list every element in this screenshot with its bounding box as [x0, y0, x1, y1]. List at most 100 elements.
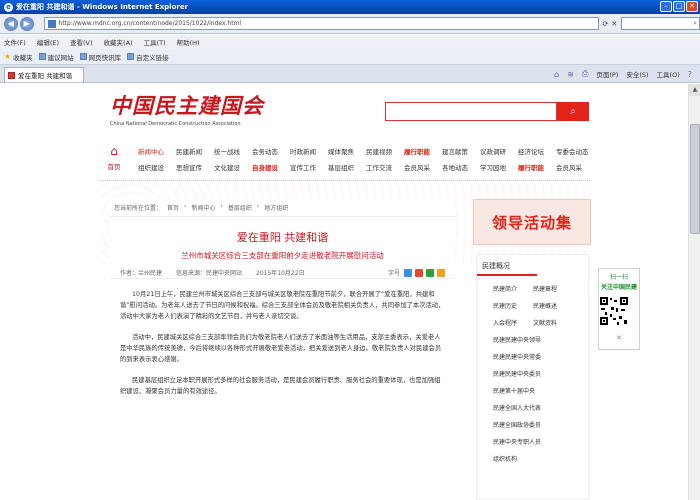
nav-item[interactable]: 议政调研 [480, 146, 518, 156]
command-bar: ⌂ ≋ ⎙ 页面(P) 安全(S) 工具(O) ? [554, 66, 700, 82]
nav-item[interactable]: 专委会动态 [556, 146, 594, 156]
nav-item[interactable]: 时政新闻 [290, 146, 328, 156]
vertical-scrollbar[interactable]: ▲ [688, 84, 700, 500]
back-button[interactable]: ◀ [4, 16, 18, 31]
tab-label: 爱在重阳 共建和谐 [18, 72, 73, 80]
menu-view[interactable]: 查看(V) [70, 37, 93, 47]
sidebar-link[interactable]: 文献资料 [533, 318, 573, 327]
forward-button[interactable]: ▶ [19, 16, 34, 31]
feeds-icon[interactable]: ≋ [567, 70, 574, 79]
stop-icon[interactable]: ✕ [611, 20, 617, 28]
menu-help[interactable]: 帮助(H) [177, 37, 200, 47]
nav-item[interactable]: 各地动态 [442, 162, 480, 172]
sidebar-link[interactable]: 入会程序 [493, 318, 533, 327]
tab-active[interactable]: 爱在重阳 共建和谐 [4, 67, 84, 82]
menu-favorites[interactable]: 收藏夹(A) [104, 37, 133, 47]
scroll-up-icon[interactable]: ▲ [689, 84, 700, 96]
leader-activities-label: 领导活动集 [491, 213, 572, 232]
sidebar-link[interactable]: 民建中央专职人员 [477, 437, 588, 446]
sidebar-link[interactable]: 民建全国人大代表 [477, 403, 588, 412]
qr-close-button[interactable]: ✕ [599, 334, 639, 342]
maximize-button[interactable]: □ [673, 1, 685, 12]
share-weibo-icon[interactable] [415, 268, 423, 277]
nav-item[interactable]: 学习园地 [480, 162, 518, 172]
menu-file[interactable]: 文件(F) [4, 37, 26, 47]
menu-tools[interactable]: 工具(T) [144, 37, 166, 47]
share-more-icon[interactable] [437, 268, 445, 277]
nav-item[interactable]: 宣传工作 [290, 162, 328, 172]
nav-item[interactable]: 民建新闻 [176, 146, 214, 156]
refresh-icon[interactable]: ⟳ [602, 20, 608, 28]
leader-activities-banner[interactable]: 领导活动集 [473, 199, 591, 245]
nav-item[interactable]: 会员风采 [404, 162, 442, 172]
sidebar-row: 民建历史 民建概述 [477, 301, 588, 310]
sidebar-link[interactable]: 民建全国政协委员 [477, 420, 588, 429]
nav-item[interactable]: 工作交流 [366, 162, 404, 172]
minimize-button[interactable]: – [660, 1, 672, 12]
close-button[interactable]: ✕ [686, 1, 698, 12]
sidebar-link[interactable]: 民建民建中央常委 [477, 352, 588, 361]
nav-item[interactable]: 民建视频 [366, 146, 404, 156]
safety-menu[interactable]: 安全(S) [626, 69, 648, 79]
sidebar-link[interactable]: 民建章程 [533, 284, 573, 293]
sidebar-link[interactable]: 民建历史 [493, 301, 533, 310]
share-qzone-icon[interactable] [404, 268, 412, 277]
sidebar-link[interactable]: 民建民建中央委员 [477, 369, 588, 378]
favorites-button[interactable]: ★ 收藏夹 [4, 52, 33, 62]
article: 您当前所在位置： 首页 › 新闻中心 › 基层组织 › 地方组织 爱在重阳 共建… [110, 199, 455, 500]
breadcrumb-separator: › [220, 203, 223, 210]
sidebar-link[interactable]: 民建民建中央领导 [477, 335, 588, 344]
favorite-item[interactable]: 自定义链接 [127, 52, 169, 62]
nav-item[interactable]: 组织建设 [138, 162, 176, 172]
nav-item[interactable]: 媒体聚焦 [328, 146, 366, 156]
menu-edit[interactable]: 编辑(E) [37, 37, 59, 47]
nav-item[interactable]: 会务动态 [252, 146, 290, 156]
breadcrumb-separator: › [256, 203, 260, 210]
favorite-item[interactable]: 网页快讯库 [79, 52, 121, 62]
nav-item[interactable]: 履行职能 [404, 146, 442, 156]
article-paragraph: 民建基层组织立足本职开展形式多样的社会服务活动，是民建会员履行职责、服务社会的重… [120, 377, 441, 395]
article-paragraph: 活动中，民建城关区综合三支部率领会员们为敬老院老人们送去了米面油等生活用品，支部… [120, 334, 442, 363]
tools-menu[interactable]: 工具(O) [657, 69, 680, 79]
breadcrumb-item[interactable]: 基层组织 [228, 203, 252, 212]
home-icon[interactable]: ⌂ [554, 70, 559, 79]
favorite-item[interactable]: 建议网站 [38, 52, 74, 62]
sidebar-link[interactable]: 民建第十届中央 [477, 386, 588, 395]
nav-item[interactable]: 统一战线 [214, 146, 252, 156]
breadcrumb-item[interactable]: 地方组织 [264, 203, 288, 212]
scroll-thumb[interactable] [690, 124, 700, 234]
help-icon[interactable]: ? [688, 70, 692, 79]
nav-item[interactable]: 新闻中心 [138, 146, 176, 156]
qr-widget: 扫一扫 关注中国民建 ✕ [598, 268, 640, 350]
nav-item[interactable]: 文化建设 [214, 162, 252, 172]
search-icon[interactable]: ⌕ [693, 19, 697, 28]
nav-item[interactable]: 会员风采 [556, 162, 594, 172]
nav-item[interactable]: 基层组织 [328, 162, 366, 172]
browser-search-input[interactable]: ⌕ [621, 17, 700, 30]
site-logo[interactable]: 中国民主建国会 China National Democratic Constr… [110, 90, 264, 127]
nav-item[interactable]: 思想宣传 [176, 162, 214, 172]
sidebar-link[interactable]: 民建概述 [533, 301, 573, 310]
qr-code-icon [599, 296, 629, 326]
logo-chinese: 中国民主建国会 [110, 93, 264, 118]
sidebar-link[interactable]: 组织机构 [477, 454, 588, 463]
nav-item[interactable]: 经济论坛 [518, 146, 556, 156]
nav-item[interactable]: 履行职能 [518, 162, 556, 172]
nav-item[interactable]: 建言献策 [442, 146, 480, 156]
page-menu[interactable]: 页面(P) [596, 69, 618, 79]
site-search-input[interactable] [385, 102, 557, 121]
page-menu-label: 页面(P) [596, 71, 619, 79]
favorite-page-icon [38, 53, 46, 60]
breadcrumb-item[interactable]: 新闻中心 [191, 203, 215, 212]
print-icon[interactable]: ⎙ [582, 69, 588, 79]
sidebar-link[interactable]: 民建简介 [493, 284, 533, 293]
url-input[interactable]: http://www.mdnc.org.cn/content/node/2015… [43, 17, 600, 30]
breadcrumb-item[interactable]: 首页 [167, 203, 179, 212]
qr-line2: 关注中国民建 [600, 284, 637, 291]
favorites-bar: ★ 收藏夹 建议网站 网页快讯库 自定义链接 [0, 49, 700, 65]
site-search-button[interactable]: ⌕ [557, 102, 589, 121]
article-source: 信息来源：民建中央网站 [176, 270, 243, 277]
nav-item[interactable]: 自身建设 [252, 162, 290, 172]
share-wechat-icon[interactable] [426, 268, 434, 277]
nav-home[interactable]: ⌂ 首页 [100, 144, 128, 176]
